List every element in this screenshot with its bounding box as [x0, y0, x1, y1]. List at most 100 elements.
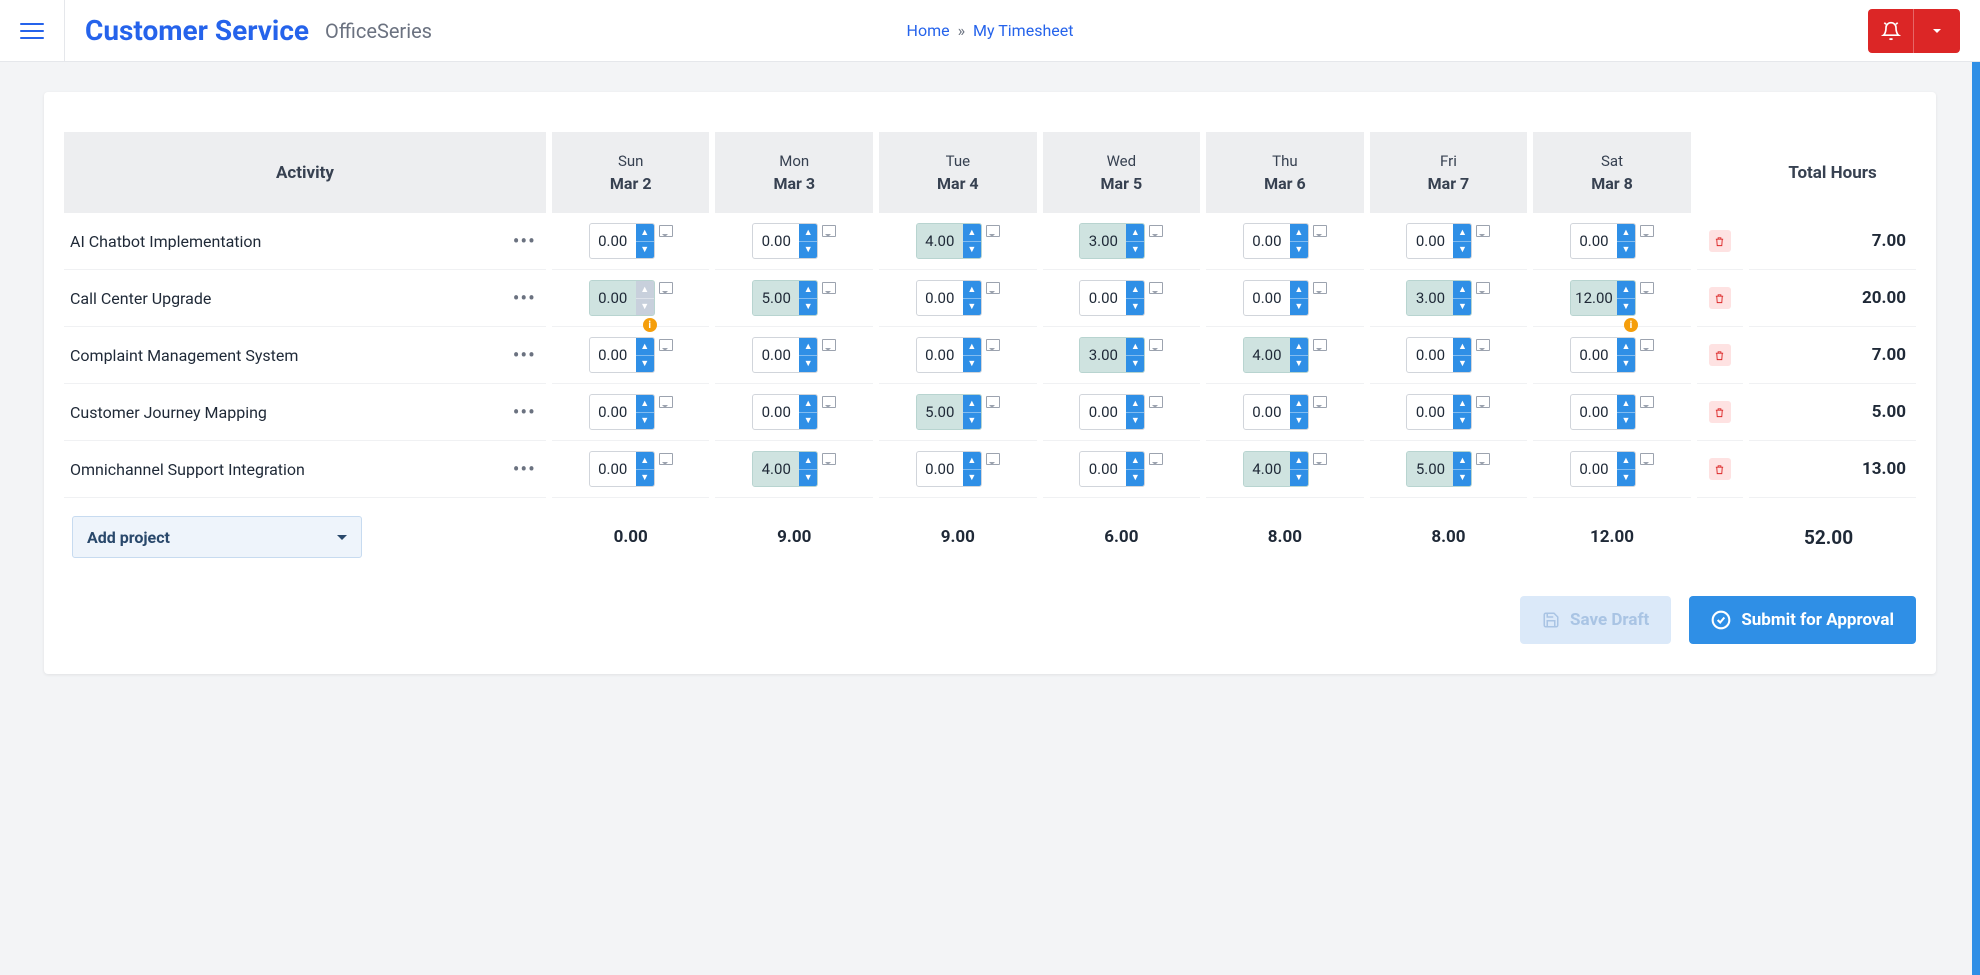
note-icon[interactable]: [1313, 225, 1327, 237]
step-up-button[interactable]: ▲: [1617, 281, 1635, 299]
step-down-button[interactable]: ▼: [799, 413, 817, 430]
step-up-button[interactable]: ▲: [1453, 395, 1471, 413]
hours-input[interactable]: [590, 452, 636, 486]
hours-input[interactable]: [1080, 395, 1126, 429]
note-icon[interactable]: [1476, 339, 1490, 351]
notification-dropdown-button[interactable]: [1914, 9, 1960, 53]
step-up-button[interactable]: ▲: [1617, 338, 1635, 356]
note-icon[interactable]: [1476, 282, 1490, 294]
step-down-button[interactable]: ▼: [1617, 242, 1635, 259]
hours-input[interactable]: [590, 224, 636, 258]
delete-row-button[interactable]: [1709, 401, 1731, 423]
hamburger-menu-icon[interactable]: [20, 19, 44, 43]
note-icon[interactable]: [659, 453, 673, 465]
note-icon[interactable]: [1313, 396, 1327, 408]
note-icon[interactable]: [1476, 225, 1490, 237]
step-up-button[interactable]: ▲: [636, 224, 654, 242]
step-up-button[interactable]: ▲: [1290, 224, 1308, 242]
step-down-button[interactable]: ▼: [963, 242, 981, 259]
note-icon[interactable]: [1313, 339, 1327, 351]
hours-input[interactable]: [1080, 224, 1126, 258]
hours-input[interactable]: [753, 224, 799, 258]
warning-icon[interactable]: i: [1624, 318, 1638, 332]
row-menu-icon[interactable]: •••: [505, 229, 544, 253]
step-down-button[interactable]: ▼: [1290, 470, 1308, 487]
step-down-button[interactable]: ▼: [1126, 470, 1144, 487]
step-up-button[interactable]: ▲: [799, 395, 817, 413]
hours-input[interactable]: [1571, 452, 1617, 486]
step-up-button[interactable]: ▲: [799, 224, 817, 242]
note-icon[interactable]: [1149, 282, 1163, 294]
hours-input[interactable]: [753, 281, 799, 315]
delete-row-button[interactable]: [1709, 287, 1731, 309]
step-up-button[interactable]: ▲: [799, 281, 817, 299]
hours-input[interactable]: [590, 395, 636, 429]
note-icon[interactable]: [986, 225, 1000, 237]
step-up-button[interactable]: ▲: [963, 452, 981, 470]
hours-input[interactable]: [917, 395, 963, 429]
step-down-button[interactable]: ▼: [963, 299, 981, 316]
note-icon[interactable]: [659, 396, 673, 408]
hours-input[interactable]: [1080, 452, 1126, 486]
note-icon[interactable]: [1149, 453, 1163, 465]
step-up-button[interactable]: ▲: [1453, 281, 1471, 299]
note-icon[interactable]: [986, 453, 1000, 465]
note-icon[interactable]: [1476, 396, 1490, 408]
step-down-button[interactable]: ▼: [963, 356, 981, 373]
hours-input[interactable]: [917, 452, 963, 486]
hours-input[interactable]: [917, 224, 963, 258]
note-icon[interactable]: [822, 225, 836, 237]
notification-bell-button[interactable]: [1868, 9, 1914, 53]
step-down-button[interactable]: ▼: [1617, 356, 1635, 373]
hours-input[interactable]: [1407, 224, 1453, 258]
note-icon[interactable]: [1313, 453, 1327, 465]
hours-input[interactable]: [1244, 452, 1290, 486]
note-icon[interactable]: [986, 396, 1000, 408]
note-icon[interactable]: [1476, 453, 1490, 465]
hours-input[interactable]: [1407, 281, 1453, 315]
step-down-button[interactable]: ▼: [1453, 470, 1471, 487]
step-down-button[interactable]: ▼: [1453, 413, 1471, 430]
step-down-button[interactable]: ▼: [636, 413, 654, 430]
note-icon[interactable]: [659, 225, 673, 237]
breadcrumb-home[interactable]: Home: [907, 21, 950, 40]
note-icon[interactable]: [822, 396, 836, 408]
step-down-button[interactable]: ▼: [1126, 413, 1144, 430]
note-icon[interactable]: [822, 453, 836, 465]
step-up-button[interactable]: ▲: [1453, 224, 1471, 242]
hours-input[interactable]: [590, 338, 636, 372]
step-down-button[interactable]: ▼: [636, 356, 654, 373]
step-up-button[interactable]: ▲: [636, 395, 654, 413]
hours-input[interactable]: [1080, 281, 1126, 315]
step-down-button[interactable]: ▼: [1126, 242, 1144, 259]
note-icon[interactable]: [1149, 396, 1163, 408]
hours-input[interactable]: [1571, 281, 1617, 315]
step-down-button[interactable]: ▼: [963, 413, 981, 430]
note-icon[interactable]: [1640, 396, 1654, 408]
note-icon[interactable]: [822, 339, 836, 351]
note-icon[interactable]: [822, 282, 836, 294]
step-down-button[interactable]: ▼: [1617, 299, 1635, 316]
note-icon[interactable]: [986, 282, 1000, 294]
note-icon[interactable]: [1640, 225, 1654, 237]
step-down-button[interactable]: ▼: [1290, 356, 1308, 373]
note-icon[interactable]: [1149, 339, 1163, 351]
note-icon[interactable]: [986, 339, 1000, 351]
step-down-button[interactable]: ▼: [1126, 356, 1144, 373]
note-icon[interactable]: [1640, 453, 1654, 465]
step-down-button[interactable]: ▼: [1290, 242, 1308, 259]
scrollbar[interactable]: [1972, 62, 1980, 975]
step-down-button[interactable]: ▼: [1126, 299, 1144, 316]
warning-icon[interactable]: i: [643, 318, 657, 332]
step-down-button[interactable]: ▼: [636, 242, 654, 259]
step-up-button[interactable]: ▲: [1617, 395, 1635, 413]
step-down-button[interactable]: ▼: [1617, 470, 1635, 487]
step-down-button[interactable]: ▼: [636, 470, 654, 487]
step-up-button[interactable]: ▲: [1290, 395, 1308, 413]
note-icon[interactable]: [659, 339, 673, 351]
delete-row-button[interactable]: [1709, 230, 1731, 252]
step-down-button[interactable]: ▼: [963, 470, 981, 487]
row-menu-icon[interactable]: •••: [505, 343, 544, 367]
step-up-button[interactable]: ▲: [963, 224, 981, 242]
hours-input[interactable]: [1244, 281, 1290, 315]
